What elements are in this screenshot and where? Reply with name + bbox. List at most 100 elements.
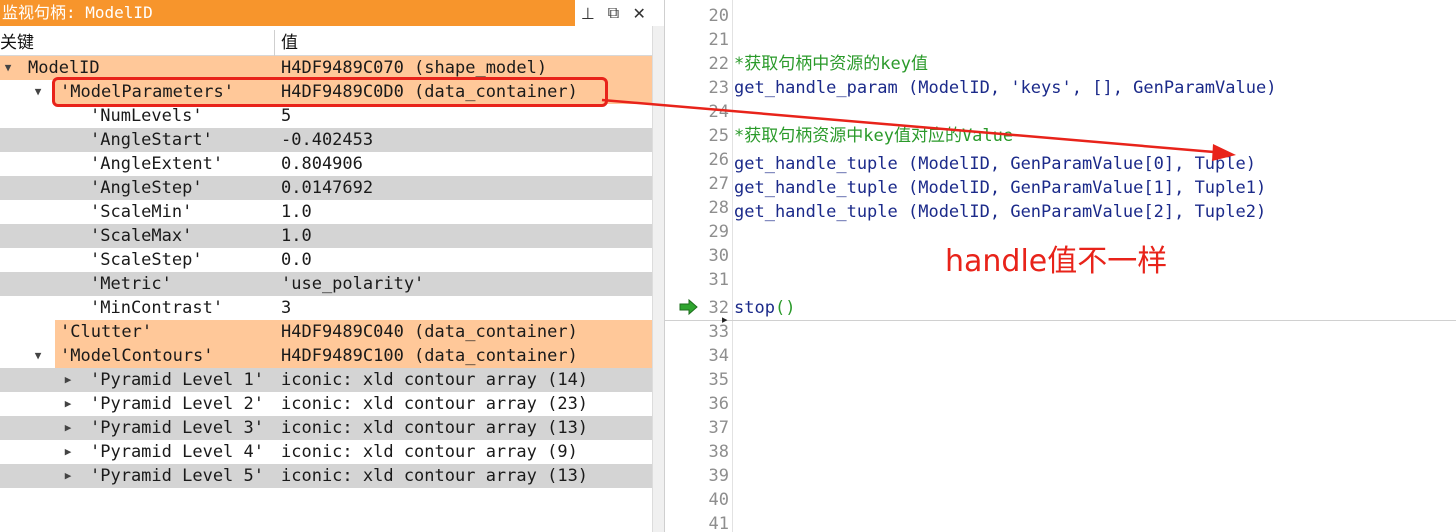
tree-row-scalemin[interactable]: 'ScaleMin' 1.0	[0, 200, 652, 224]
tree-row-pyramid-level-4[interactable]: ▶ 'Pyramid Level 4' iconic: xld contour …	[0, 440, 652, 464]
tree-row-pyramid-level-5[interactable]: ▶ 'Pyramid Level 5' iconic: xld contour …	[0, 464, 652, 488]
code-line[interactable]: get_handle_tuple (ModelID, GenParamValue…	[734, 152, 1256, 176]
tree-row-modelparameters[interactable]: ▼ 'ModelParameters' H4DF9489C0D0 (data_c…	[0, 80, 652, 104]
tree-row-key: 'MinContrast'	[90, 298, 224, 318]
tree-row-value: H4DF9489C0D0 (data_container)	[281, 82, 578, 102]
line-number: 34	[708, 346, 729, 366]
line-number: 33	[708, 322, 729, 342]
code-line[interactable]: get_handle_tuple (ModelID, GenParamValue…	[734, 200, 1266, 224]
tree-row-value: 1.0	[281, 202, 312, 222]
tree-row-key: 'ScaleMax'	[90, 226, 193, 246]
code-comment-line[interactable]: *获取句柄资源中key值对应的Value	[734, 124, 1013, 148]
tree-row-key: 'ScaleMin'	[90, 202, 193, 222]
tree-row-value: 0.0	[281, 250, 312, 270]
line-number: 25	[708, 126, 729, 146]
tree-row-value: iconic: xld contour array (9)	[281, 442, 578, 462]
line-number: 20	[708, 6, 729, 26]
stop-parens: ()	[774, 298, 796, 318]
gutter-divider	[732, 0, 733, 532]
tree-row-key: 'ModelContours'	[60, 346, 214, 366]
line-number: 40	[708, 490, 729, 510]
tree-row-scalestep[interactable]: 'ScaleStep' 0.0	[0, 248, 652, 272]
column-divider[interactable]	[274, 30, 275, 56]
pin-icon[interactable]: ⊥	[578, 4, 598, 23]
tree-row-key: 'AngleExtent'	[90, 154, 224, 174]
tree-row-pyramid-level-3[interactable]: ▶ 'Pyramid Level 3' iconic: xld contour …	[0, 416, 652, 440]
line-number: 24	[708, 102, 729, 122]
tree-row-key: 'AngleStart'	[90, 130, 213, 150]
expand-arrow-icon[interactable]: ▶	[62, 440, 74, 464]
tree-row-mincontrast[interactable]: 'MinContrast' 3	[0, 296, 652, 320]
float-window-icon[interactable]: ⧉	[603, 3, 623, 23]
panel-title-tools: ⊥ ⧉ ✕	[575, 0, 652, 26]
column-value-header[interactable]: 值	[281, 30, 298, 56]
code-comment-line[interactable]: *获取句柄中资源的key值	[734, 52, 928, 76]
tree-row-key: ModelID	[28, 58, 100, 78]
stop-keyword: stop	[734, 298, 775, 318]
tree-row-numlevels[interactable]: 'NumLevels' 5	[0, 104, 652, 128]
program-counter-arrow-icon	[679, 298, 698, 316]
line-number: 36	[708, 394, 729, 414]
line-number: 41	[708, 514, 729, 532]
insert-cursor-icon: ▸	[722, 313, 728, 326]
tree-row-value: H4DF9489C040 (data_container)	[281, 322, 578, 342]
tree-row-value: H4DF9489C100 (data_container)	[281, 346, 578, 366]
vertical-scrollbar[interactable]	[652, 26, 664, 532]
line-number: 38	[708, 442, 729, 462]
tree-row-value: iconic: xld contour array (13)	[281, 466, 589, 486]
column-header: 关键 值	[0, 30, 652, 56]
tree-row-value: 'use_polarity'	[281, 274, 425, 294]
tree-row-pyramid-level-1[interactable]: ▶ 'Pyramid Level 1' iconic: xld contour …	[0, 368, 652, 392]
tree-row-key: 'ScaleStep'	[90, 250, 203, 270]
tree-row-pyramid-level-2[interactable]: ▶ 'Pyramid Level 2' iconic: xld contour …	[0, 392, 652, 416]
tree-row-value: -0.402453	[281, 130, 374, 150]
tree-row-value: H4DF9489C070 (shape_model)	[281, 58, 548, 78]
expand-arrow-icon[interactable]: ▶	[62, 416, 74, 440]
line-number: 26	[708, 150, 729, 170]
line-number: 28	[708, 198, 729, 218]
tree-row-metric[interactable]: 'Metric' 'use_polarity'	[0, 272, 652, 296]
tree-row-key: 'NumLevels'	[90, 106, 203, 126]
collapse-arrow-icon[interactable]: ▼	[2, 56, 14, 80]
tree-row-key: 'ModelParameters'	[60, 82, 234, 102]
watch-handle-panel: 监视句柄: ModelID ⊥ ⧉ ✕ 关键 值 ▼ ModelID H4DF9…	[0, 0, 652, 532]
tree-row-modelcontours[interactable]: ▼ 'ModelContours' H4DF9489C100 (data_con…	[0, 344, 652, 368]
tree-row-value: 0.0147692	[281, 178, 374, 198]
annotation-text: handle值不一样	[945, 244, 1168, 279]
tree-row-anglestep[interactable]: 'AngleStep' 0.0147692	[0, 176, 652, 200]
close-icon[interactable]: ✕	[629, 4, 649, 23]
column-key-header[interactable]: 关键	[0, 30, 34, 56]
line-number: 23	[708, 78, 729, 98]
tree-row-modelid[interactable]: ▼ ModelID H4DF9489C070 (shape_model)	[0, 56, 652, 80]
tree-row-clutter[interactable]: 'Clutter' H4DF9489C040 (data_container)	[0, 320, 652, 344]
line-number: 21	[708, 30, 729, 50]
code-line-stop[interactable]: stop()	[734, 296, 795, 320]
collapse-arrow-icon[interactable]: ▼	[32, 80, 44, 104]
line-number: 35	[708, 370, 729, 390]
code-line[interactable]: get_handle_tuple (ModelID, GenParamValue…	[734, 176, 1266, 200]
tree-row-key: 'Clutter'	[60, 322, 153, 342]
line-number: 37	[708, 418, 729, 438]
tree-row-value: iconic: xld contour array (13)	[281, 418, 589, 438]
expand-arrow-icon[interactable]: ▶	[62, 464, 74, 488]
tree-row-angleextent[interactable]: 'AngleExtent' 0.804906	[0, 152, 652, 176]
tree-row-key: 'Pyramid Level 5'	[90, 466, 264, 486]
tree-row-key: 'Pyramid Level 3'	[90, 418, 264, 438]
tree-row-value: iconic: xld contour array (14)	[281, 370, 589, 390]
tree-row-value: 0.804906	[281, 154, 363, 174]
collapse-arrow-icon[interactable]: ▼	[32, 344, 44, 368]
tree-row-key: 'AngleStep'	[90, 178, 203, 198]
tree-row-key: 'Pyramid Level 1'	[90, 370, 264, 390]
expand-arrow-icon[interactable]: ▶	[62, 368, 74, 392]
expand-arrow-icon[interactable]: ▶	[62, 392, 74, 416]
line-number: 39	[708, 466, 729, 486]
tree-row-value: 5	[281, 106, 292, 126]
code-line[interactable]: get_handle_param (ModelID, 'keys', [], G…	[734, 76, 1276, 100]
tree-row-value: 3	[281, 298, 292, 318]
line-number: 22	[708, 54, 729, 74]
tree-row-scalemax[interactable]: 'ScaleMax' 1.0	[0, 224, 652, 248]
tree-row-anglestart[interactable]: 'AngleStart' -0.402453	[0, 128, 652, 152]
line-number: 30	[708, 246, 729, 266]
tree-row-key: 'Pyramid Level 2'	[90, 394, 264, 414]
tree-row-value: 1.0	[281, 226, 312, 246]
